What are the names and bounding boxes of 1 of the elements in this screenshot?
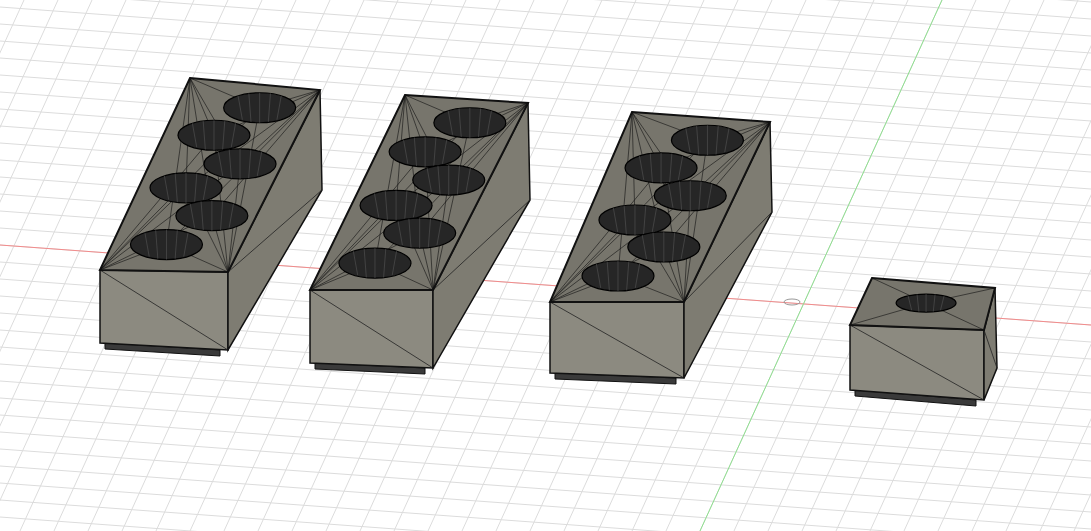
origin-icon	[783, 298, 801, 306]
